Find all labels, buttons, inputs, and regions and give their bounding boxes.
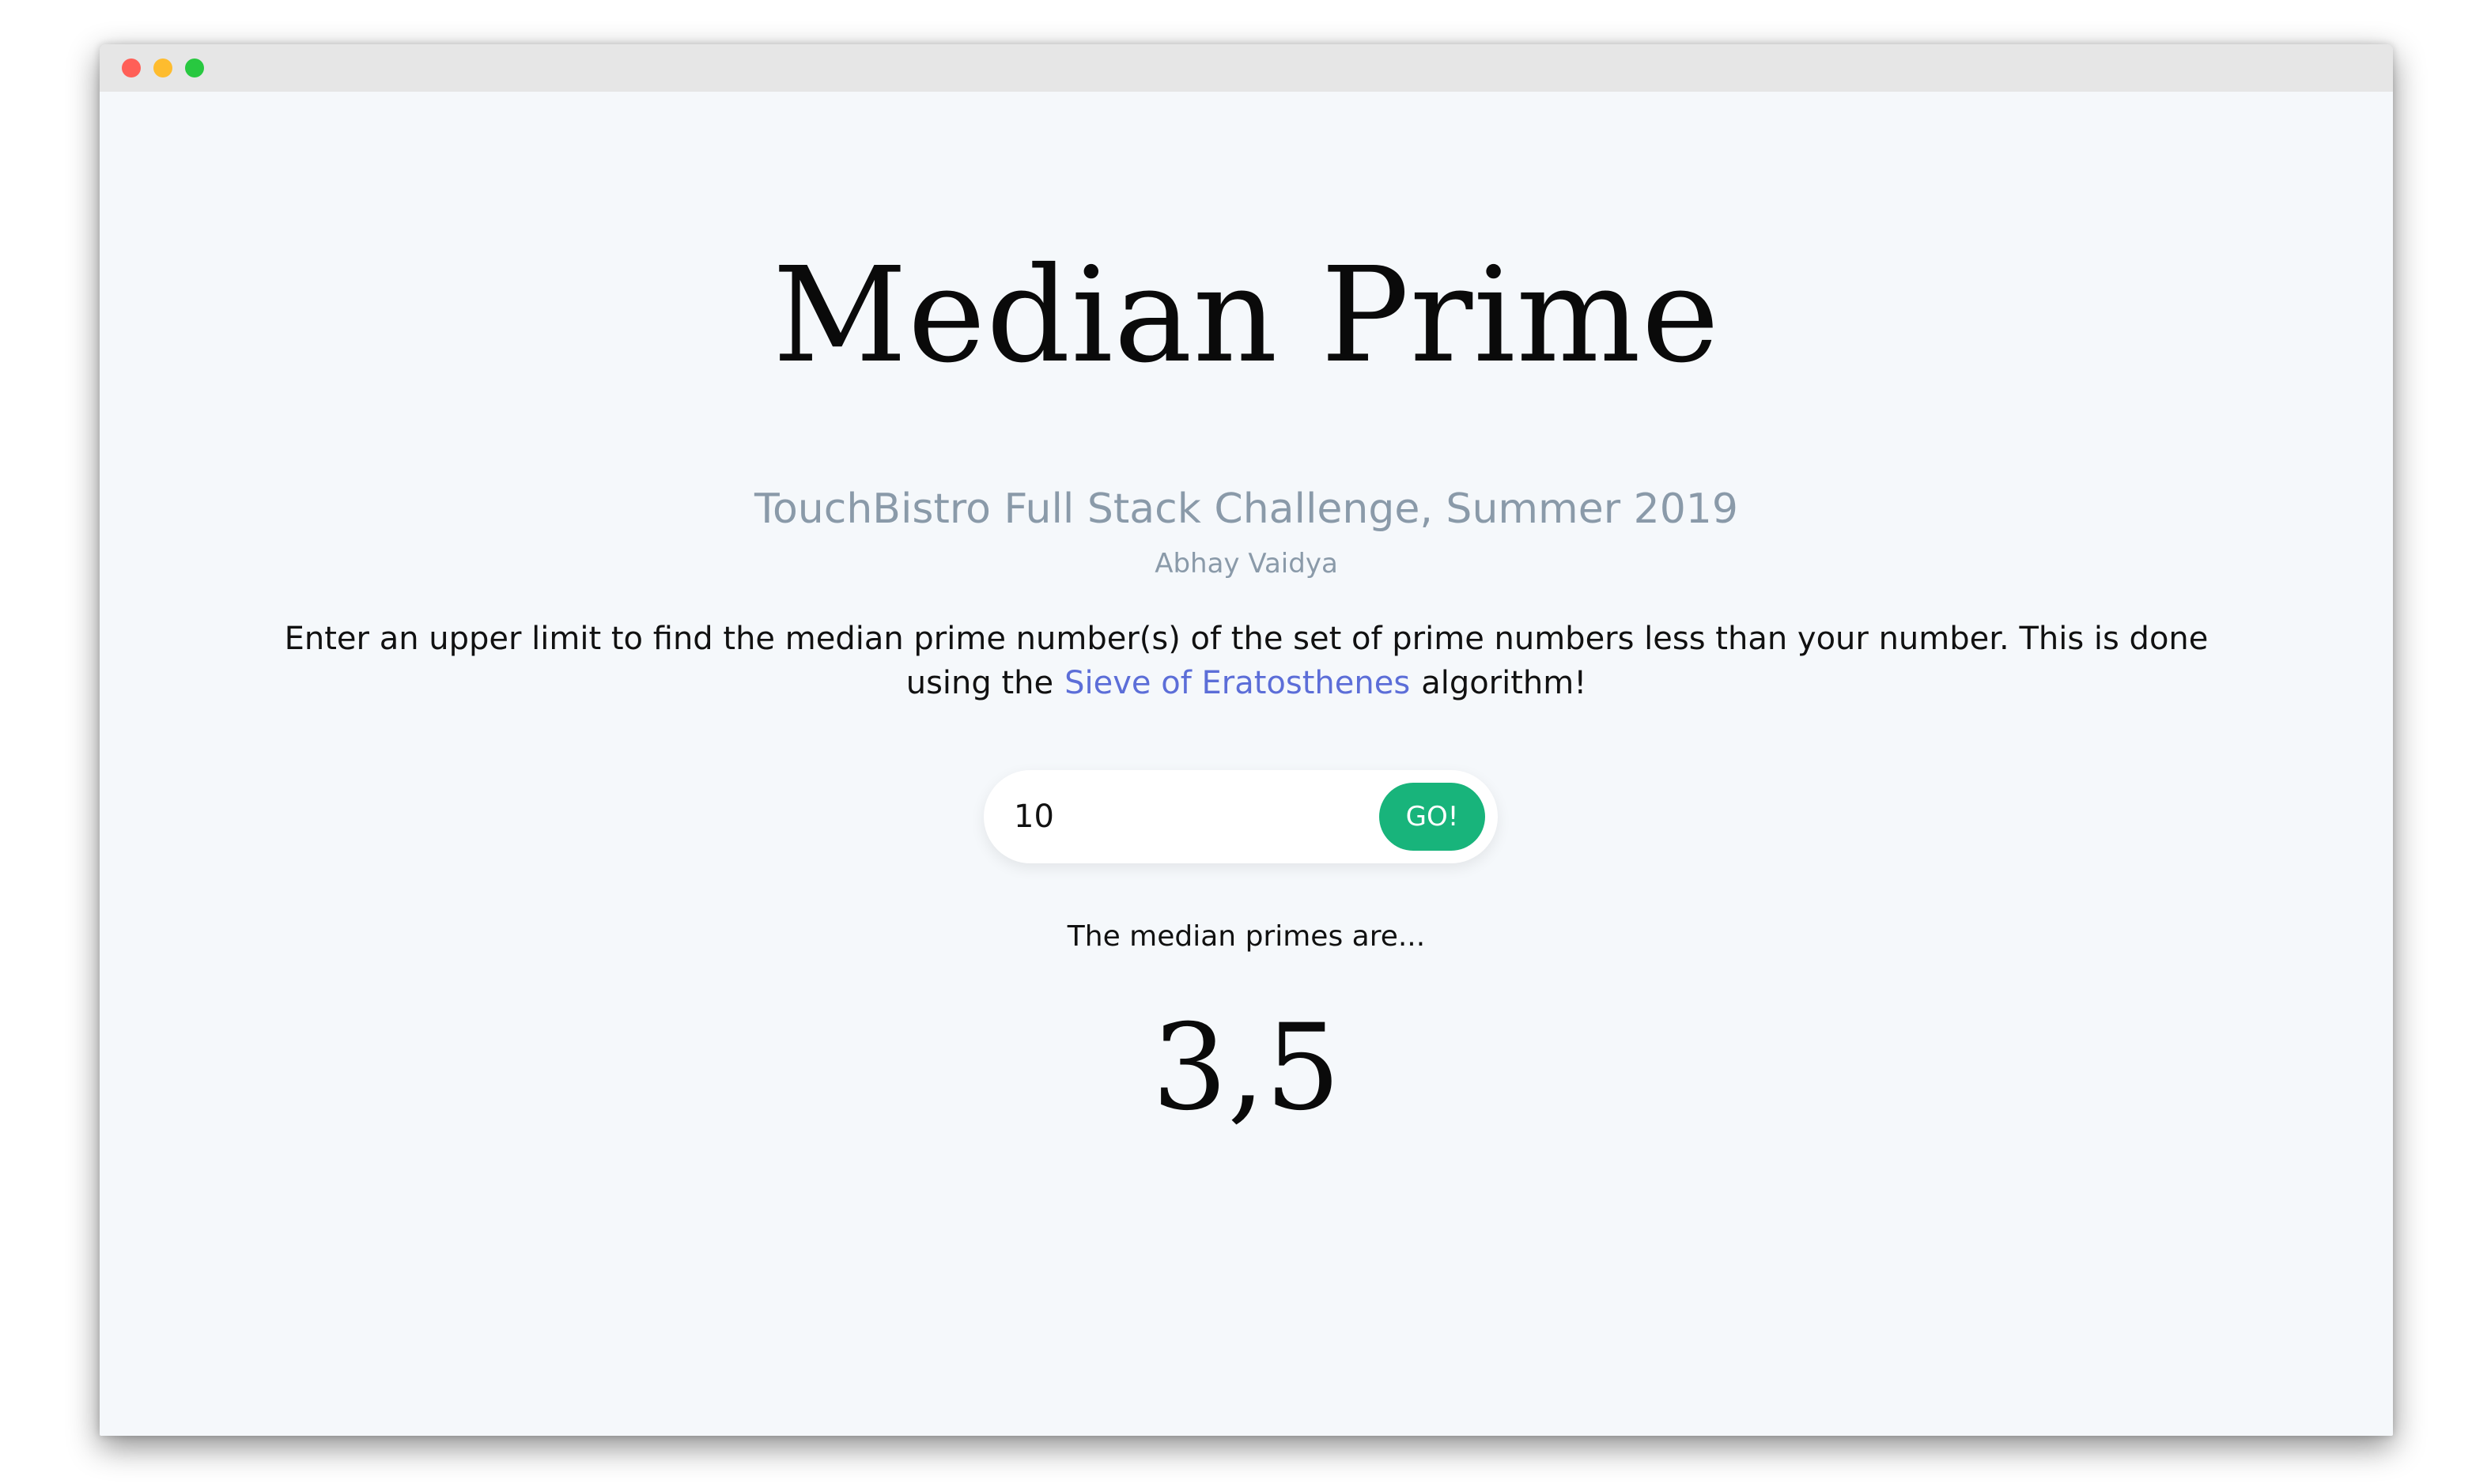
sieve-of-eratosthenes-link[interactable]: Sieve of Eratosthenes [1064, 665, 1410, 701]
upper-limit-form: GO! [984, 770, 1498, 863]
upper-limit-input[interactable] [1014, 789, 1346, 844]
median-primes-result: 3,5 [1151, 999, 1341, 1137]
description-text: Enter an upper limit to find the median … [258, 617, 2235, 705]
close-window-icon[interactable] [122, 59, 141, 77]
author-name: Abhay Vaidya [1155, 548, 1338, 580]
page-subtitle: TouchBistro Full Stack Challenge, Summer… [754, 485, 1738, 533]
page-title: Median Prime [773, 240, 1720, 392]
zoom-window-icon[interactable] [185, 59, 204, 77]
minimize-window-icon[interactable] [153, 59, 172, 77]
window-titlebar [100, 44, 2393, 92]
description-after: algorithm! [1421, 665, 1587, 701]
browser-window: Median Prime TouchBistro Full Stack Chal… [100, 44, 2393, 1436]
result-label: The median primes are... [1067, 920, 1426, 953]
page-content: Median Prime TouchBistro Full Stack Chal… [100, 92, 2393, 1436]
go-button[interactable]: GO! [1379, 783, 1485, 851]
